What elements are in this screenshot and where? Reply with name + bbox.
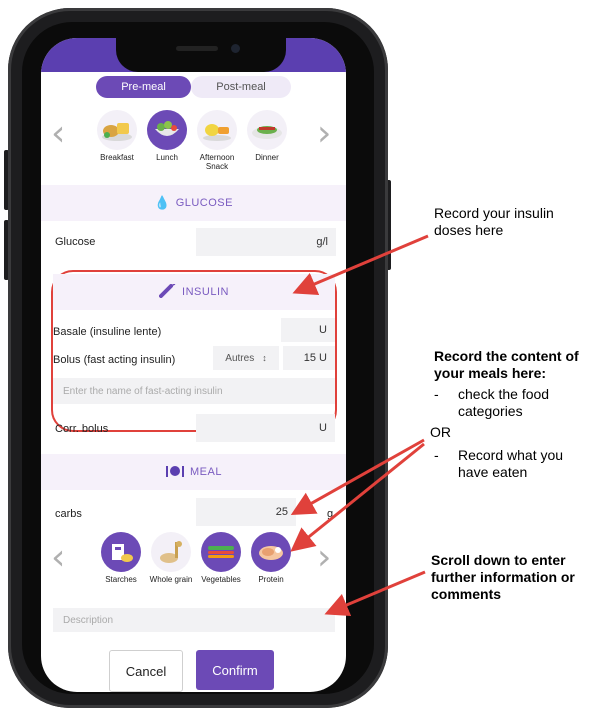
tab-post-meal[interactable]: Post-meal bbox=[191, 76, 291, 98]
annotation-meal-bullet2-dash: - bbox=[434, 447, 439, 463]
glucose-section-header: 💧 GLUCOSE bbox=[41, 185, 346, 221]
annotation-meal-title: Record the content of your meals here: bbox=[434, 348, 579, 381]
bolus-label: Bolus (fast acting insulin) bbox=[53, 354, 176, 366]
carbs-input[interactable]: 25 bbox=[196, 498, 296, 526]
droplet-icon: 💧 bbox=[154, 195, 171, 210]
confirm-button[interactable]: Confirm bbox=[196, 650, 274, 690]
meal-type-label: Dinner bbox=[255, 153, 279, 162]
protein-icon bbox=[251, 532, 291, 572]
food-category-label: Vegetables bbox=[201, 575, 241, 584]
lunch-salad-icon bbox=[147, 110, 187, 150]
tab-pre-meal[interactable]: Pre-meal bbox=[96, 76, 191, 98]
insulin-section-title: INSULIN bbox=[182, 286, 229, 298]
annotation-meal-bullet1-dash: - bbox=[434, 386, 439, 402]
meal-section-title: MEAL bbox=[190, 466, 222, 478]
app-screen: Pre-meal Post-meal ‹ › Breakfast Lunch A… bbox=[41, 38, 346, 692]
whole-grain-icon bbox=[151, 532, 191, 572]
meal-type-breakfast[interactable]: Breakfast bbox=[94, 110, 140, 162]
meal-type-lunch[interactable]: Lunch bbox=[144, 110, 190, 162]
meal-type-dinner[interactable]: Dinner bbox=[244, 110, 290, 162]
chevron-right-icon[interactable]: › bbox=[317, 540, 331, 576]
meal-type-label: Lunch bbox=[156, 153, 178, 162]
breakfast-food-icon bbox=[97, 110, 137, 150]
bolus-value: 15 U bbox=[303, 352, 327, 364]
corr-bolus-unit: U bbox=[319, 422, 327, 434]
meal-type-afternoon-snack[interactable]: Afternoon Snack bbox=[194, 110, 240, 171]
food-category-starches[interactable]: Starches bbox=[98, 532, 144, 584]
basale-label: Basale (insuline lente) bbox=[53, 326, 162, 338]
meal-section-header: MEAL bbox=[41, 454, 346, 490]
carbs-value: 25 bbox=[275, 506, 288, 518]
annotation-meal-bullet1: check the food categories bbox=[458, 386, 550, 419]
glucose-input[interactable]: g/l bbox=[196, 228, 336, 256]
description-placeholder: Description bbox=[63, 614, 114, 626]
annotation-insulin: Record your insulin doses here bbox=[434, 205, 554, 238]
glucose-label: Glucose bbox=[55, 236, 96, 248]
bolus-input[interactable]: 15 U bbox=[283, 346, 335, 370]
chevron-right-icon[interactable]: › bbox=[317, 116, 331, 152]
phone-frame: Pre-meal Post-meal ‹ › Breakfast Lunch A… bbox=[8, 8, 388, 708]
dinner-plate-icon bbox=[247, 110, 287, 150]
food-category-label: Protein bbox=[258, 575, 284, 584]
basale-input[interactable]: U bbox=[281, 318, 335, 342]
food-category-protein[interactable]: Protein bbox=[248, 532, 294, 584]
glucose-section-title: GLUCOSE bbox=[175, 197, 233, 209]
chevron-left-icon[interactable]: ‹ bbox=[51, 116, 65, 152]
snack-icon bbox=[197, 110, 237, 150]
food-category-whole-grain[interactable]: Whole grain bbox=[148, 532, 194, 584]
front-camera bbox=[231, 44, 240, 53]
meal-type-label: Afternoon Snack bbox=[199, 153, 235, 171]
bolus-type-value: Autres bbox=[225, 352, 255, 364]
speaker-grille bbox=[176, 46, 218, 51]
food-category-label: Whole grain bbox=[149, 575, 193, 584]
food-category-vegetables[interactable]: Vegetables bbox=[198, 532, 244, 584]
description-input[interactable]: Description bbox=[53, 608, 335, 632]
annotation-meal-or: OR bbox=[430, 424, 451, 440]
cutlery-icon bbox=[165, 464, 185, 481]
insulin-name-placeholder: Enter the name of fast-acting insulin bbox=[63, 385, 223, 397]
annotation-meal-bullet2: Record what you have eaten bbox=[458, 447, 564, 480]
corr-bolus-input[interactable]: U bbox=[196, 414, 335, 442]
carbs-unit: g bbox=[327, 508, 334, 520]
carbs-label: carbs bbox=[55, 508, 82, 520]
basale-unit: U bbox=[319, 324, 327, 336]
syringe-icon bbox=[159, 282, 177, 301]
bolus-type-select[interactable]: Autres ↕ bbox=[213, 346, 279, 370]
select-arrows-icon: ↕ bbox=[262, 353, 267, 363]
corr-bolus-label: Corr. bolus bbox=[55, 423, 109, 435]
meal-type-label: Breakfast bbox=[100, 153, 134, 162]
food-category-label: Starches bbox=[105, 575, 137, 584]
phone-notch bbox=[116, 38, 286, 72]
insulin-section-header: INSULIN bbox=[53, 274, 335, 310]
glucose-unit: g/l bbox=[316, 236, 328, 248]
insulin-name-input[interactable]: Enter the name of fast-acting insulin bbox=[53, 378, 335, 404]
cancel-button[interactable]: Cancel bbox=[109, 650, 183, 692]
starches-icon bbox=[101, 532, 141, 572]
vegetables-icon bbox=[201, 532, 241, 572]
annotation-scroll: Scroll down to enter further information… bbox=[431, 552, 575, 602]
chevron-left-icon[interactable]: ‹ bbox=[51, 540, 65, 576]
